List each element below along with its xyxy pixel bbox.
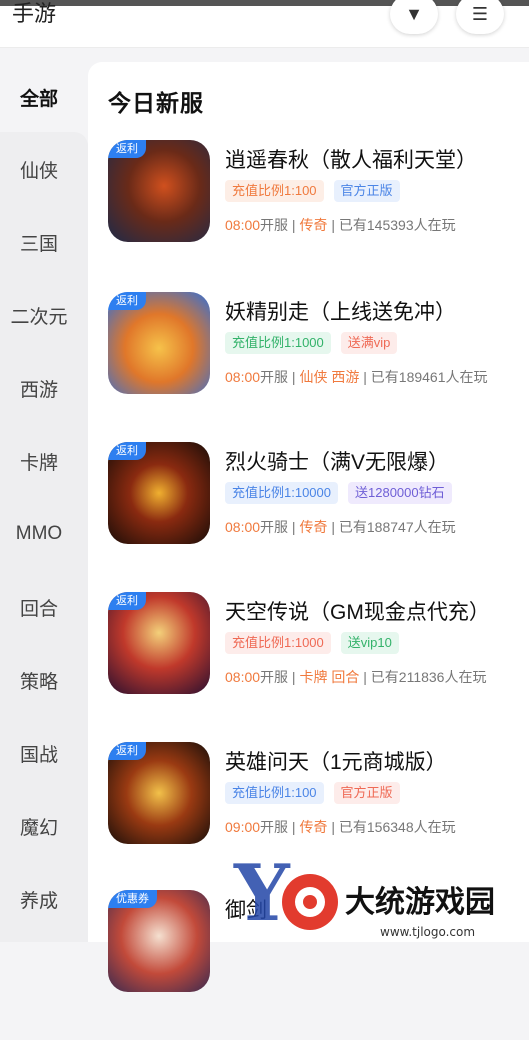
genre-tag: 传奇 [299,519,327,535]
game-title: 逍遥春秋（散人福利天堂） [225,144,477,174]
recharge-ratio-badge: 充值比例1:100 [225,782,324,804]
sidebar-item-sanguo[interactable]: 三国 [0,207,78,277]
list-item[interactable]: 返利 烈火骑士（满V无限爆） 充值比例1:10000 送1280000钻石 08… [88,442,529,592]
sidebar-item-national-war[interactable]: 国战 [0,718,78,788]
feature-badge: 官方正版 [334,782,400,804]
genre-tag: 传奇 [299,217,327,233]
coupon-badge: 优惠券 [108,890,157,908]
genre-tag: 西游 [331,369,359,385]
sidebar-item-all[interactable]: 全部 [0,62,78,132]
feature-badge: 送满vip [341,332,398,354]
sidebar-item-card[interactable]: 卡牌 [0,426,78,496]
game-icon: 返利 [108,140,210,242]
feature-badge: 官方正版 [334,180,400,202]
section-title: 今日新服 [108,84,204,118]
game-title: 英雄问天（1元商城版） [225,746,447,776]
feature-badge: 送1280000钻石 [348,482,452,504]
game-icon: 优惠券 [108,890,210,992]
sidebar-item-strategy[interactable]: 策略 [0,645,78,715]
game-meta: 08:00开服 | 卡牌 回合 | 已有211836人在玩 [225,667,486,687]
list-item[interactable]: 返利 妖精别走（上线送免冲） 充值比例1:1000 送满vip 08:00开服 … [88,292,529,442]
feature-badge: 送vip10 [341,632,399,654]
rebate-badge: 返利 [108,592,146,610]
recharge-ratio-badge: 充值比例1:100 [225,180,324,202]
game-icon: 返利 [108,742,210,844]
genre-tag: 传奇 [299,819,327,835]
sidebar-item-anime[interactable]: 二次元 [0,280,78,350]
sidebar-item-fantasy[interactable]: 魔幻 [0,791,78,861]
sidebar-item-nurture[interactable]: 养成 [0,864,78,934]
sidebar-item-xiyou[interactable]: 西游 [0,353,78,423]
game-list-panel: 今日新服 返利 逍遥春秋（散人福利天堂） 充值比例1:100 官方正版 08:0… [88,62,529,942]
open-label: 开服 [260,819,288,835]
rebate-badge: 返利 [108,442,146,460]
game-meta: 09:00开服 | 传奇 | 已有156348人在玩 [225,817,456,837]
game-title: 天空传说（GM现金点代充） [225,596,490,626]
svg-text:Y: Y [233,850,291,939]
site-watermark: Y 大统游戏园 www.tjlogo.com [230,850,529,942]
sidebar-item-xianxia[interactable]: 仙侠 [0,134,78,204]
open-label: 开服 [260,519,288,535]
list-icon: ☰ [472,4,488,25]
list-item[interactable]: 返利 天空传说（GM现金点代充） 充值比例1:1000 送vip10 08:00… [88,592,529,742]
genre-tag: 卡牌 [299,669,327,685]
list-item[interactable]: 返利 逍遥春秋（散人福利天堂） 充值比例1:100 官方正版 08:00开服 |… [88,140,529,290]
rebate-badge: 返利 [108,292,146,310]
sidebar-item-turn-based[interactable]: 回合 [0,572,78,642]
game-icon: 返利 [108,442,210,544]
rebate-badge: 返利 [108,742,146,760]
player-count: 已有188747人在玩 [339,519,456,535]
game-title: 妖精别走（上线送免冲） [225,296,456,326]
game-meta: 08:00开服 | 传奇 | 已有145393人在玩 [225,215,456,235]
game-meta: 08:00开服 | 仙侠 西游 | 已有189461人在玩 [225,367,488,387]
recharge-ratio-badge: 充值比例1:10000 [225,482,338,504]
genre-tag: 仙侠 [299,369,327,385]
open-time: 08:00 [225,217,260,233]
open-label: 开服 [260,669,288,685]
open-time: 08:00 [225,519,260,535]
recharge-ratio-badge: 充值比例1:1000 [225,632,331,654]
open-time: 09:00 [225,819,260,835]
game-title: 烈火骑士（满V无限爆） [225,446,449,476]
watermark-brand: 大统游戏园 [345,885,495,920]
dropdown-button[interactable]: ▼ [390,0,438,34]
player-count: 已有211836人在玩 [371,669,487,685]
watermark-url: www.tjlogo.com [380,925,475,939]
game-icon: 返利 [108,592,210,694]
rebate-badge: 返利 [108,140,146,158]
page-title: 手游 [12,0,56,28]
category-sidebar: 全部 仙侠 三国 二次元 西游 卡牌 MMO 回合 策略 国战 魔幻 养成 [0,62,88,942]
sidebar-item-mmo[interactable]: MMO [0,499,78,569]
open-label: 开服 [260,217,288,233]
open-label: 开服 [260,369,288,385]
player-count: 已有156348人在玩 [339,819,456,835]
open-time: 08:00 [225,669,260,685]
top-bar: 手游 ▼ ☰ [0,0,529,48]
player-count: 已有189461人在玩 [371,369,488,385]
genre-tag: 回合 [331,669,359,685]
status-strip [0,0,529,6]
game-icon: 返利 [108,292,210,394]
player-count: 已有145393人在玩 [339,217,456,233]
game-meta: 08:00开服 | 传奇 | 已有188747人在玩 [225,517,456,537]
recharge-ratio-badge: 充值比例1:1000 [225,332,331,354]
open-time: 08:00 [225,369,260,385]
category-menu-button[interactable]: ☰ [456,0,504,34]
chevron-down-icon: ▼ [405,4,423,25]
